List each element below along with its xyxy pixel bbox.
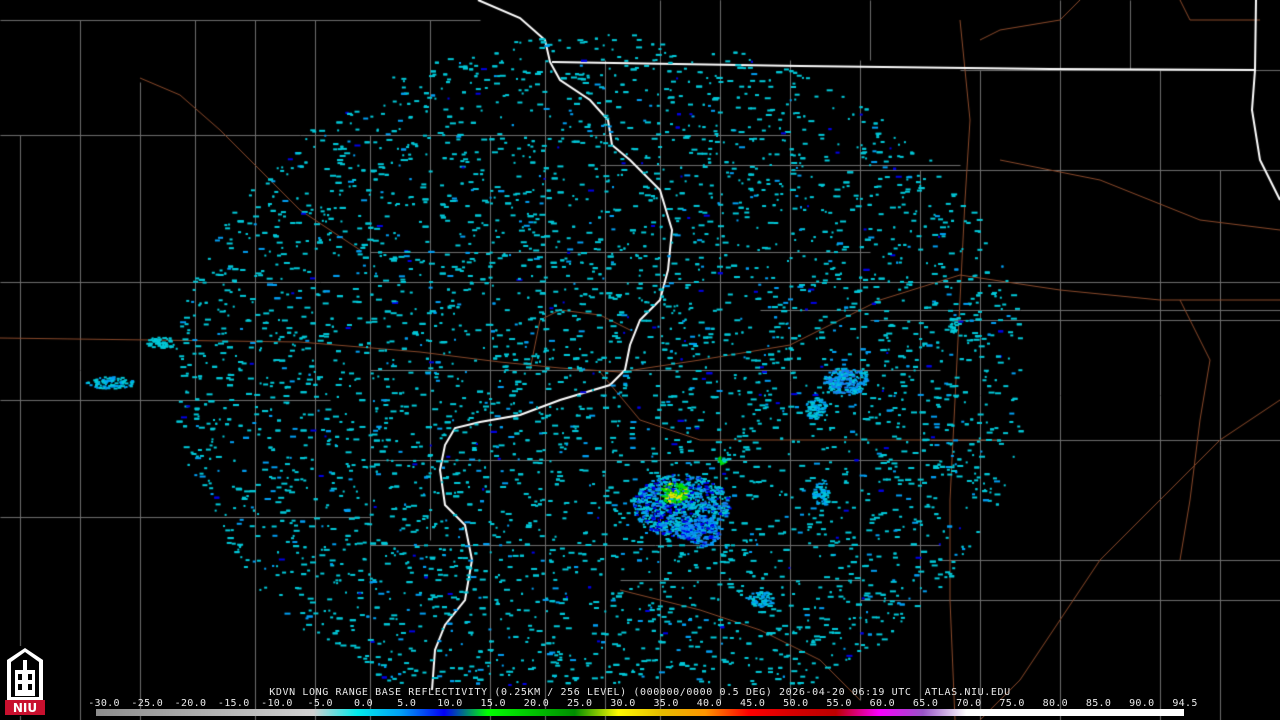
scale-label: 94.5 bbox=[1172, 698, 1198, 709]
niu-logo: NIU bbox=[3, 646, 47, 716]
scale-label: 20.0 bbox=[523, 698, 550, 709]
scale-label: 90.0 bbox=[1129, 698, 1155, 709]
radar-map bbox=[0, 0, 1280, 720]
logo-text: NIU bbox=[13, 701, 37, 715]
scale-label: 30.0 bbox=[610, 698, 636, 709]
scale-label: 45.0 bbox=[739, 698, 766, 709]
scale-label: 55.0 bbox=[826, 698, 852, 709]
scale-label: 85.0 bbox=[1085, 698, 1112, 709]
scale-label: 50.0 bbox=[783, 698, 809, 709]
scale-label: -20.0 bbox=[174, 698, 207, 709]
scale-gradient bbox=[96, 709, 1184, 716]
color-scale-labels: -30.0 -25.0 -20.0 -15.0 -10.0 -5.0 0.0 5.0 10.0 1… bbox=[88, 698, 1197, 709]
scale-label: -5.0 bbox=[307, 698, 333, 709]
scale-label: -10.0 bbox=[261, 698, 293, 709]
scale-label: 10.0 bbox=[437, 698, 463, 709]
scale-label: -30.0 bbox=[88, 698, 120, 709]
scale-label: 70.0 bbox=[956, 698, 982, 709]
color-scale-bar bbox=[96, 709, 1184, 716]
scale-label: -25.0 bbox=[131, 698, 164, 709]
scale-label: 5.0 bbox=[397, 698, 417, 709]
scale-label: 65.0 bbox=[912, 698, 939, 709]
scale-label: 40.0 bbox=[696, 698, 723, 709]
scale-label: 0.0 bbox=[353, 698, 373, 709]
scale-label: 35.0 bbox=[653, 698, 679, 709]
scale-label: 80.0 bbox=[1042, 698, 1068, 709]
scale-label: 25.0 bbox=[566, 698, 593, 709]
scale-label: 15.0 bbox=[480, 698, 506, 709]
scale-label: -15.0 bbox=[217, 698, 250, 709]
scale-label: 75.0 bbox=[999, 698, 1025, 709]
scale-label: 60.0 bbox=[869, 698, 895, 709]
